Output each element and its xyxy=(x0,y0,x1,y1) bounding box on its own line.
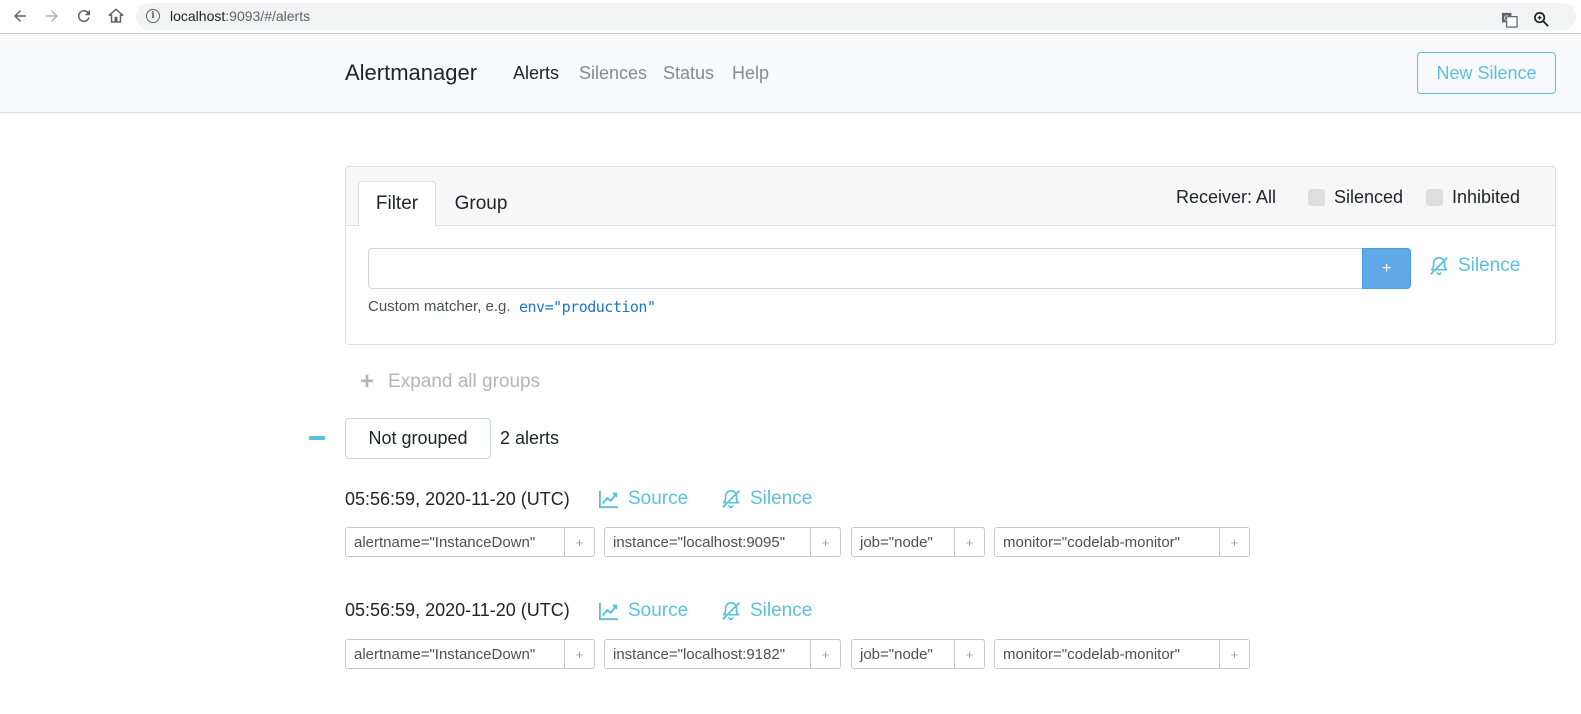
add-label-filter-button[interactable]: + xyxy=(564,640,594,668)
zoom-icon[interactable] xyxy=(1532,10,1550,28)
silenced-label[interactable]: Silenced xyxy=(1334,187,1403,208)
label-text[interactable]: instance="localhost:9095" xyxy=(605,528,810,556)
label-tag[interactable]: instance="localhost:9182" + xyxy=(604,639,841,669)
chart-line-icon xyxy=(599,602,619,621)
nav-help[interactable]: Help xyxy=(732,63,769,84)
silence-label: Silence xyxy=(750,488,813,509)
alert-count: 2 alerts xyxy=(500,428,560,448)
matcher-example[interactable]: env="production" xyxy=(519,298,656,316)
back-arrow-icon[interactable] xyxy=(8,5,32,27)
silence-label: Silence xyxy=(750,600,813,621)
url-host: localhost xyxy=(170,8,226,24)
minus-icon[interactable] xyxy=(309,436,325,440)
brand-title[interactable]: Alertmanager xyxy=(345,60,477,86)
plus-icon: + xyxy=(360,368,375,395)
label-tag[interactable]: alertname="InstanceDown" + xyxy=(345,527,595,557)
add-label-filter-button[interactable]: + xyxy=(810,528,840,556)
alert-timestamp: 05:56:59, 2020-11-20 (UTC) xyxy=(345,489,570,509)
source-label: Source xyxy=(628,488,689,509)
svg-text:G: G xyxy=(1503,14,1508,22)
chart-line-icon xyxy=(599,490,619,509)
url-path: :9093/#/alerts xyxy=(225,8,311,24)
receiver-select[interactable]: Receiver: All xyxy=(1176,187,1276,208)
info-icon[interactable]: i xyxy=(146,9,160,23)
add-label-filter-button[interactable]: + xyxy=(954,640,984,668)
bell-slash-icon xyxy=(722,489,740,509)
add-label-filter-button[interactable]: + xyxy=(1219,640,1249,668)
new-silence-button[interactable]: New Silence xyxy=(1417,52,1556,94)
filter-silence-label: Silence xyxy=(1458,255,1521,276)
label-text[interactable]: monitor="codelab-monitor" xyxy=(995,528,1219,556)
add-label-filter-button[interactable]: + xyxy=(810,640,840,668)
home-icon[interactable] xyxy=(104,5,128,27)
address-bar[interactable]: i localhost:9093/#/alerts G xyxy=(136,3,1576,30)
bell-slash-icon xyxy=(722,601,740,621)
add-matcher-button[interactable]: + xyxy=(1362,248,1411,289)
alert-timestamp: 05:56:59, 2020-11-20 (UTC) xyxy=(345,600,570,620)
filter-card: Filter Group Receiver: All Silenced Inhi… xyxy=(345,166,1556,345)
filter-silence-button[interactable]: Silence xyxy=(1428,255,1520,277)
tab-group[interactable]: Group xyxy=(446,181,516,227)
label-tag[interactable]: job="node" + xyxy=(851,639,985,669)
label-tag[interactable]: alertname="InstanceDown" + xyxy=(345,639,595,669)
label-tag[interactable]: job="node" + xyxy=(851,527,985,557)
inhibited-checkbox[interactable] xyxy=(1426,189,1443,206)
reload-icon[interactable] xyxy=(72,5,96,27)
label-text[interactable]: job="node" xyxy=(852,640,954,668)
source-link[interactable]: Source xyxy=(598,488,688,510)
inhibited-label[interactable]: Inhibited xyxy=(1452,187,1520,208)
label-text[interactable]: monitor="codelab-monitor" xyxy=(995,640,1219,668)
browser-toolbar: i localhost:9093/#/alerts G xyxy=(0,0,1581,34)
filter-card-header: Filter Group Receiver: All Silenced Inhi… xyxy=(346,167,1555,227)
add-label-filter-button[interactable]: + xyxy=(1219,528,1249,556)
source-link[interactable]: Source xyxy=(598,600,688,622)
add-label-filter-button[interactable]: + xyxy=(954,528,984,556)
label-text[interactable]: alertname="InstanceDown" xyxy=(346,640,564,668)
matcher-hint: Custom matcher, e.g. xyxy=(368,298,511,315)
label-tag[interactable]: monitor="codelab-monitor" + xyxy=(994,639,1250,669)
add-label-filter-button[interactable]: + xyxy=(564,528,594,556)
bell-slash-icon xyxy=(1430,256,1448,276)
label-text[interactable]: alertname="InstanceDown" xyxy=(346,528,564,556)
label-text[interactable]: instance="localhost:9182" xyxy=(605,640,810,668)
alert-silence-link[interactable]: Silence xyxy=(720,488,812,510)
expand-all-label: Expand all groups xyxy=(388,371,541,392)
forward-arrow-icon[interactable] xyxy=(40,5,64,27)
label-text[interactable]: job="node" xyxy=(852,528,954,556)
nav-status[interactable]: Status xyxy=(663,63,714,84)
alert-silence-link[interactable]: Silence xyxy=(720,600,812,622)
expand-all-groups[interactable]: + Expand all groups xyxy=(360,370,540,394)
label-tag[interactable]: monitor="codelab-monitor" + xyxy=(994,527,1250,557)
label-tag[interactable]: instance="localhost:9095" + xyxy=(604,527,841,557)
source-label: Source xyxy=(628,600,689,621)
silenced-checkbox[interactable] xyxy=(1308,189,1325,206)
nav-silences[interactable]: Silences xyxy=(579,63,647,84)
url-text: localhost:9093/#/alerts xyxy=(170,8,310,24)
nav-alerts[interactable]: Alerts xyxy=(513,63,559,84)
filter-input[interactable] xyxy=(368,248,1364,289)
group-button[interactable]: Not grouped xyxy=(345,418,491,459)
translate-icon[interactable]: G xyxy=(1500,10,1518,28)
tab-filter[interactable]: Filter xyxy=(358,181,436,227)
app-navbar: Alertmanager Alerts Silences Status Help… xyxy=(0,35,1581,113)
